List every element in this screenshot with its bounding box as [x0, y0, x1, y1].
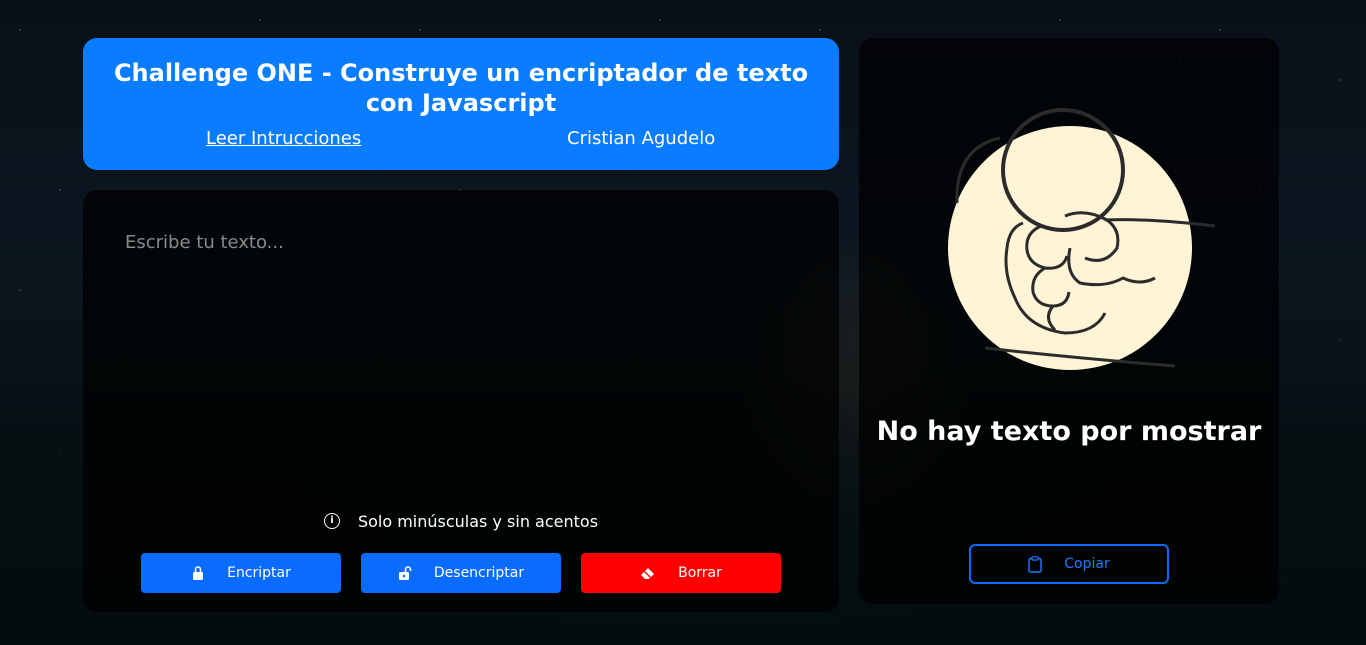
info-icon: i: [323, 512, 340, 529]
clear-label: Borrar: [678, 565, 722, 581]
unlock-icon: [398, 566, 412, 580]
empty-output-message: No hay texto por mostrar: [876, 416, 1262, 447]
copy-button[interactable]: Copiar: [969, 544, 1169, 584]
encrypt-label: Encriptar: [227, 565, 291, 581]
header-banner: Challenge ONE - Construye un encriptador…: [83, 38, 839, 170]
instructions-link[interactable]: Leer Intrucciones: [206, 128, 361, 149]
editor-panel: i Solo minúsculas y sin acentos Encriptar…: [83, 190, 839, 612]
author-name: Cristian Agudelo: [567, 128, 716, 149]
magnifier-illustration: [948, 108, 1215, 370]
output-panel: No hay texto por mostrar Copiar: [859, 38, 1279, 604]
copy-label: Copiar: [1064, 556, 1110, 572]
decrypt-label: Desencriptar: [433, 565, 525, 581]
text-input[interactable]: [103, 212, 819, 492]
hint-text: Solo minúsculas y sin acentos: [357, 512, 599, 531]
clear-button[interactable]: Borrar: [581, 553, 781, 593]
eraser-icon: [641, 568, 655, 579]
lock-icon: [193, 566, 204, 580]
encrypt-button[interactable]: Encriptar: [141, 553, 341, 593]
page-title: Challenge ONE - Construye un encriptador…: [113, 59, 809, 117]
clipboard-icon: [1028, 555, 1042, 573]
input-hint: i Solo minúsculas y sin acentos: [83, 512, 839, 531]
decrypt-button[interactable]: Desencriptar: [361, 553, 561, 593]
